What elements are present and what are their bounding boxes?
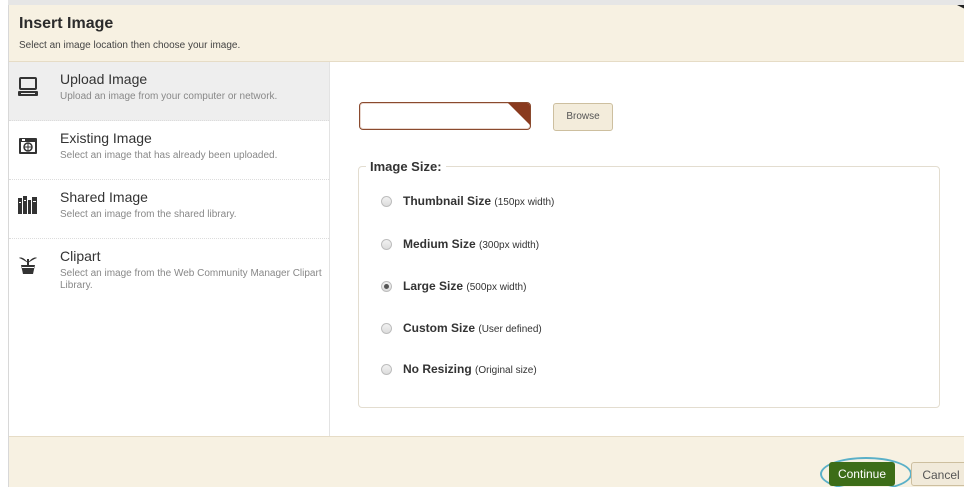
dialog-corner-mark <box>957 5 964 9</box>
library-books-icon <box>18 194 38 216</box>
computer-icon <box>18 76 38 98</box>
photo-icon <box>18 135 38 157</box>
file-path-input[interactable] <box>359 102 531 130</box>
sidebar-item-label: Shared Image <box>60 189 148 205</box>
sidebar-item-label: Upload Image <box>60 71 148 87</box>
plant-pot-icon <box>18 253 38 275</box>
upload-panel: Browse Image Size: Thumbnail Size (150px… <box>330 62 964 436</box>
dialog-title: Insert Image <box>19 15 114 32</box>
radio-button[interactable] <box>381 364 392 375</box>
sidebar-item-existing-image[interactable]: Existing Image Select an image that has … <box>9 121 329 180</box>
dialog-subtitle: Select an image location then choose you… <box>19 40 241 51</box>
browse-button[interactable]: Browse <box>553 103 613 131</box>
continue-button[interactable]: Continue <box>829 462 895 486</box>
radio-button[interactable] <box>381 239 392 250</box>
sidebar-item-label: Existing Image <box>60 130 152 146</box>
insert-image-dialog: Insert Image Select an image location th… <box>8 5 964 487</box>
sidebar-item-desc: Select an image from the Web Community M… <box>60 268 322 291</box>
dialog-footer: Continue Cancel <box>9 436 964 487</box>
radio-note: (User defined) <box>478 324 542 335</box>
radio-note: (300px width) <box>479 240 540 251</box>
cancel-button[interactable]: Cancel <box>911 462 964 486</box>
input-corner-icon <box>508 103 530 125</box>
sidebar-item-desc: Select an image that has already been up… <box>60 150 278 161</box>
radio-label: Thumbnail Size <box>403 194 492 208</box>
radio-button[interactable] <box>381 196 392 207</box>
sidebar-item-desc: Select an image from the shared library. <box>60 209 237 220</box>
radio-label: Custom Size <box>403 321 476 335</box>
sidebar-item-label: Clipart <box>60 248 101 264</box>
image-source-sidebar: Upload Image Upload an image from your c… <box>9 62 330 436</box>
sidebar-item-clipart[interactable]: Clipart Select an image from the Web Com… <box>9 239 329 297</box>
radio-label: Medium Size <box>403 237 476 251</box>
radio-note: (Original size) <box>475 365 537 376</box>
radio-label: Large Size <box>403 279 464 293</box>
sidebar-item-shared-image[interactable]: Shared Image Select an image from the sh… <box>9 180 329 239</box>
radio-button[interactable] <box>381 323 392 334</box>
radio-note: (500px width) <box>466 282 527 293</box>
radio-button-checked[interactable] <box>381 281 392 292</box>
sidebar-item-upload-image[interactable]: Upload Image Upload an image from your c… <box>9 62 329 121</box>
dialog-header: Insert Image Select an image location th… <box>9 5 964 62</box>
radio-label: No Resizing <box>403 362 472 376</box>
sidebar-item-desc: Upload an image from your computer or ne… <box>60 91 278 102</box>
radio-note: (150px width) <box>494 197 555 208</box>
image-size-legend: Image Size: <box>366 159 446 174</box>
